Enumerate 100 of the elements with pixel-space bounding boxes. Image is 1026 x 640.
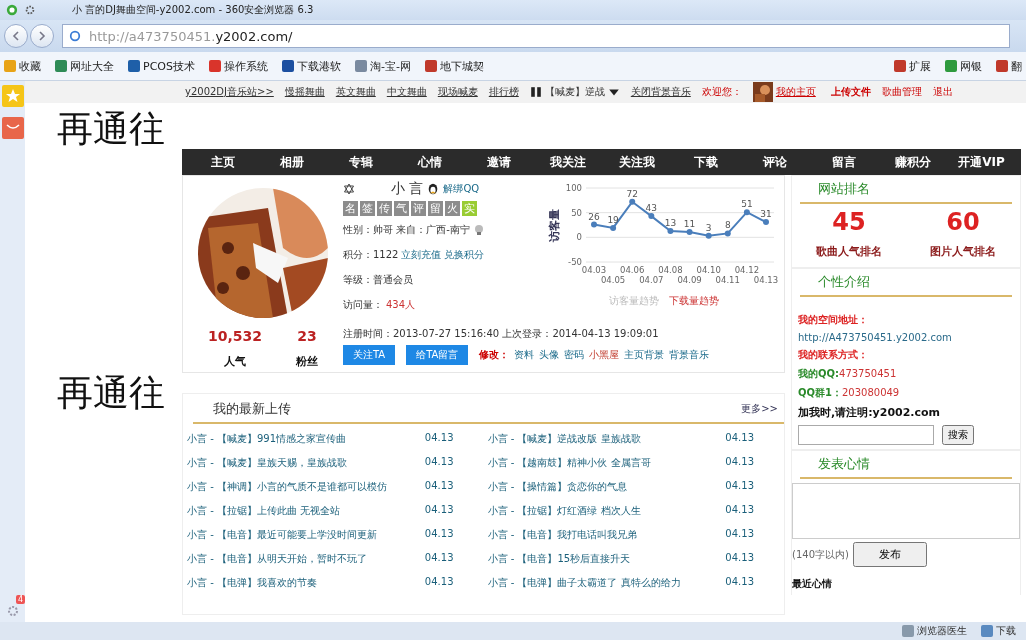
chart-tab[interactable]: 下载量趋势 — [668, 294, 719, 308]
edit-link[interactable]: 背景音乐 — [669, 348, 710, 362]
toolbar-link[interactable]: 翻 — [996, 58, 1022, 74]
upload-date: 04.13 — [725, 504, 754, 517]
exchange-link[interactable]: 兑换积分 — [444, 248, 485, 262]
bookmark-link[interactable]: 网址大全 — [55, 58, 114, 74]
site-link[interactable]: 中文舞曲 — [386, 85, 427, 99]
space-url-link[interactable]: http://A473750451.y2002.com — [798, 332, 1016, 343]
main-nav-link[interactable]: 相册 — [257, 153, 326, 171]
address-field[interactable]: http://a473750451.y2002.com/ — [62, 24, 1010, 48]
toolbar-link[interactable]: 扩展 — [894, 58, 931, 74]
main-nav-link[interactable]: 下载 — [671, 153, 740, 171]
edit-link[interactable]: 头像 — [539, 348, 560, 362]
upload-link[interactable]: 小言 - 【拉锯】灯红酒绿 档次人生 — [487, 504, 641, 518]
recharge-link[interactable]: 立刻充值 — [401, 248, 442, 262]
edit-link[interactable]: 密码 — [564, 348, 585, 362]
main-nav-link[interactable]: 心情 — [395, 153, 464, 171]
account-link[interactable]: 上传文件 — [830, 85, 871, 99]
main-nav-link[interactable]: 留言 — [809, 153, 878, 171]
upload-link[interactable]: 小言 - 【喊麦】991情感之家宣传曲 — [187, 432, 347, 446]
tick-label: 04.06 — [620, 265, 645, 275]
back-icon — [11, 31, 21, 41]
bookmark-link[interactable]: PCOS技术 — [128, 58, 195, 74]
stat-label: 人气 — [224, 354, 246, 369]
level-text: 等级：普通会员 — [343, 273, 413, 287]
site-link[interactable]: y2002DJ音乐站>> — [185, 85, 274, 99]
post-button[interactable]: 发布 — [852, 542, 927, 567]
bookmark-link[interactable]: 下载港软 — [281, 58, 341, 74]
forward-button[interactable] — [30, 24, 54, 48]
data-point — [705, 232, 712, 239]
bookmark-link[interactable]: 操作系统 — [208, 58, 268, 74]
upload-link[interactable]: 小言 - 【电弹】我喜欢的节奏 — [187, 576, 317, 590]
upload-date: 04.13 — [424, 480, 454, 493]
tick-label: 04.08 — [658, 265, 683, 275]
main-nav-link[interactable]: 关注我 — [602, 153, 671, 171]
more-link[interactable]: 更多>> — [741, 402, 778, 416]
upload-date: 04.13 — [725, 576, 754, 589]
account-link[interactable]: 退出 — [932, 85, 953, 99]
axis-label: 访客量 — [548, 208, 561, 242]
action-button[interactable]: 给TA留言 — [406, 345, 469, 365]
main-nav-link[interactable]: 我关注 — [533, 153, 602, 171]
browser-logo-icon — [6, 4, 18, 16]
section-title: 我的最新上传 — [213, 400, 291, 418]
contact-label: 我的QQ: — [798, 368, 839, 379]
upload-link[interactable]: 小言 - 【电音】从明天开始，暂时不玩了 — [187, 552, 367, 566]
unbind-qq-link[interactable]: 解绑QQ — [443, 182, 480, 196]
main-nav-link[interactable]: 专辑 — [326, 153, 395, 171]
contact-label: QQ群1： — [798, 387, 842, 398]
main-nav-link[interactable]: 赚积分 — [878, 153, 947, 171]
action-button[interactable]: 关注TA — [343, 345, 396, 365]
upload-date: 04.13 — [424, 528, 454, 541]
account-link[interactable]: 歌曲管理 — [881, 85, 922, 99]
close-music-link[interactable]: 关闭背景音乐 — [630, 85, 691, 99]
badge: 火 — [445, 201, 460, 216]
main-nav-link[interactable]: 评论 — [740, 153, 809, 171]
edit-link[interactable]: 小黑屋 — [589, 348, 620, 362]
mood-input[interactable] — [792, 483, 1020, 539]
site-link[interactable]: 英文舞曲 — [335, 85, 376, 99]
bookmark-link[interactable]: 地下城契 — [424, 58, 484, 74]
upload-link[interactable]: 小言 - 【喊麦】皇族天赐，皇族战歌 — [187, 456, 347, 470]
status-bar-button[interactable]: 下载 — [981, 624, 1016, 638]
edit-link[interactable]: 主页背景 — [624, 348, 665, 362]
main-nav-link[interactable]: 开通VIP — [947, 153, 1016, 171]
section-title: 个性介绍 — [800, 269, 1012, 297]
overlay-text: 再通往 — [57, 107, 165, 151]
upload-link[interactable]: 小言 - 【神调】小言的气质不是谁都可以模仿 — [187, 480, 387, 494]
star-of-david-icon — [343, 183, 355, 195]
main-nav-link[interactable]: 主页 — [188, 153, 257, 171]
site-link[interactable]: 现场喊麦 — [437, 85, 478, 99]
main-nav-link[interactable]: 邀请 — [464, 153, 533, 171]
search-button[interactable]: 搜索 — [942, 425, 974, 445]
shopping-bag-icon[interactable] — [1, 117, 24, 139]
status-bar-button[interactable]: 浏览器医生 — [902, 624, 967, 638]
bookmark-link[interactable]: 收藏 — [4, 58, 41, 74]
upload-link[interactable]: 小言 - 【电弹】曲子太霸道了 真特么的给力 — [487, 576, 681, 590]
search-field[interactable] — [798, 425, 934, 445]
back-button[interactable] — [4, 24, 28, 48]
upload-link[interactable]: 小言 - 【电音】最近可能要上学没时间更新 — [187, 528, 377, 542]
upload-link[interactable]: 小言 - 【电音】我打电话叫我兄弟 — [487, 528, 638, 542]
stat-label: 粉丝 — [296, 354, 318, 369]
rank-value: 45 — [832, 208, 866, 236]
toolbar-link[interactable]: 网银 — [945, 58, 982, 74]
edit-link[interactable]: 资料 — [514, 348, 535, 362]
data-label: 13 — [664, 217, 677, 228]
upload-link[interactable]: 小言 - 【操情篇】贪恋你的气息 — [487, 480, 628, 494]
pause-icon[interactable] — [529, 86, 542, 98]
upload-link[interactable]: 小言 - 【越南鼓】精神小伙 全属言哥 — [487, 456, 651, 470]
upload-date: 04.13 — [424, 552, 454, 565]
upload-link[interactable]: 小言 - 【电音】15秒后直接升天 — [487, 552, 631, 566]
page-icon — [69, 30, 81, 42]
upload-link[interactable]: 小言 - 【拉锯】上传此曲 无视全站 — [187, 504, 341, 518]
data-label: 19 — [607, 214, 619, 225]
site-link[interactable]: 排行榜 — [488, 85, 519, 99]
bookmark-link[interactable]: 淘-宝-网 — [354, 58, 411, 74]
recent-mood-heading: 最近心情 — [792, 577, 833, 591]
site-link[interactable]: 慢摇舞曲 — [284, 85, 325, 99]
data-point — [763, 219, 769, 226]
upload-link[interactable]: 小言 - 【喊麦】逆战改版 皇族战歌 — [487, 432, 641, 446]
my-home-link[interactable]: 我的主页 — [775, 85, 816, 99]
badge: 传 — [377, 201, 392, 216]
